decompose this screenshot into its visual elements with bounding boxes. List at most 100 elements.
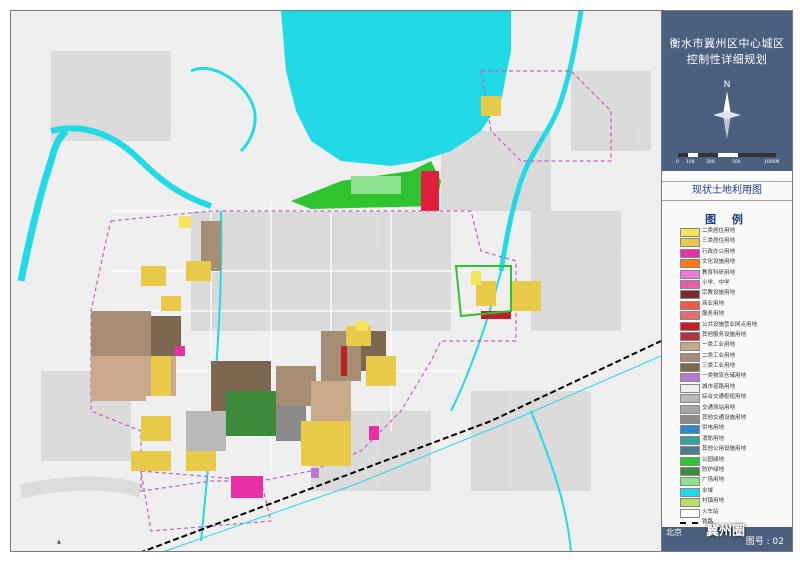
legend-item: 防护绿地	[680, 466, 790, 476]
legend-label: 供电用地	[702, 425, 725, 432]
svg-text:N: N	[724, 80, 731, 90]
legend-item: 综合交通枢纽用地	[680, 393, 790, 404]
legend-swatch	[680, 331, 700, 341]
legend-swatch	[680, 383, 700, 393]
legend-swatch	[680, 521, 698, 524]
title-block: 衡水市冀州区中心城区 控制性详细规划 N 0 100 300 500 1000M	[662, 11, 792, 171]
legend-item: 其他公用设施用地	[680, 445, 790, 456]
legend-label: 村镇用地	[702, 498, 725, 505]
legend-swatch	[680, 290, 700, 300]
credit-text: 北京	[666, 528, 682, 537]
legend-swatch	[680, 456, 700, 466]
map-subtitle: 现状土地利用图	[662, 181, 792, 201]
figure-number: 图号 : 02	[745, 537, 784, 547]
legend-item: 一类物流仓储用地	[680, 372, 790, 383]
title-line-1: 衡水市冀州区中心城区	[669, 37, 785, 50]
legend-label: 商业用地	[702, 300, 725, 307]
legend-label: 服务用地	[702, 311, 725, 318]
legend-swatch	[680, 394, 700, 404]
legend-item: 公共设施营业网点用地	[680, 321, 790, 331]
legend-item: 水域	[680, 487, 790, 497]
legend-item: 供电用地	[680, 424, 790, 435]
legend-label: 三类居住用地	[702, 238, 736, 245]
legend-item: 文化设施用地	[680, 258, 790, 269]
legend-label: 综合交通枢纽用地	[702, 394, 747, 401]
legend-swatch	[680, 321, 700, 331]
legend-item: 三类居住用地	[680, 237, 790, 248]
scale-tick-1000: 1000M	[764, 160, 780, 165]
legend-label: 防护绿地	[702, 466, 725, 473]
legend-item: 城市道路用地	[680, 383, 790, 393]
land-use-map[interactable]: ▲	[10, 10, 662, 552]
legend-swatch	[680, 352, 700, 362]
legend-label: 宗教设施用地	[702, 290, 736, 297]
legend-label: 公园绿地	[702, 456, 725, 463]
legend-swatch	[680, 300, 700, 310]
legend-swatch	[680, 446, 700, 456]
legend-swatch	[680, 373, 700, 383]
legend-swatch	[680, 259, 700, 269]
legend-label: 行政办公用地	[702, 248, 736, 255]
legend-swatch	[680, 248, 700, 258]
watermark-text: 冀州圈	[706, 524, 746, 539]
legend-swatch	[680, 466, 700, 476]
legend-item: 交通场站用地	[680, 404, 790, 414]
legend-label: 水域	[702, 487, 714, 494]
scale-tick-300: 300	[706, 160, 715, 165]
legend-item: 宗教设施用地	[680, 289, 790, 300]
north-arrow-icon: N	[713, 80, 741, 139]
legend-label: 其他交通设施用地	[702, 415, 747, 422]
scale-tick-0: 0	[676, 160, 679, 165]
legend-item: 小学、中学	[680, 279, 790, 289]
legend-label: 其他服务设施用地	[702, 331, 747, 338]
map-canvas	[11, 11, 661, 551]
legend-label: 消防用地	[702, 435, 725, 442]
legend-label: 文化设施用地	[702, 259, 736, 266]
legend-label: 二类工业用地	[702, 352, 736, 359]
legend-swatch	[680, 498, 700, 508]
legend-item: 消防用地	[680, 435, 790, 445]
legend-swatch	[680, 279, 700, 289]
legend-item: 三类工业用地	[680, 362, 790, 373]
legend-label: 火车站	[702, 508, 719, 515]
legend-label: 教育科研用地	[702, 269, 736, 276]
legend-label: 二类居住用地	[702, 228, 736, 234]
legend-item: 其他服务设施用地	[680, 331, 790, 341]
legend-item: 一类工业用地	[680, 341, 790, 352]
title-line-2: 控制性详细规划	[686, 53, 768, 66]
legend-item: 村镇用地	[680, 497, 790, 508]
legend-swatch	[680, 269, 700, 279]
legend-item: 其他交通设施用地	[680, 414, 790, 425]
legend-label: 广场用地	[702, 477, 725, 484]
scale-tick-500: 500	[732, 160, 741, 165]
legend-item: 商业用地	[680, 300, 790, 310]
scale-tick-100: 100	[686, 160, 695, 165]
legend-swatch	[680, 238, 700, 248]
legend-swatch	[680, 311, 700, 321]
legend-label: 一类物流仓储用地	[702, 373, 747, 380]
legend-item: 服务用地	[680, 310, 790, 321]
legend-swatch	[680, 508, 700, 518]
legend-label: 交通场站用地	[702, 404, 736, 411]
legend-swatch	[680, 415, 700, 425]
legend-title: 图 例	[705, 213, 749, 226]
legend-label: 城市道路用地	[702, 383, 736, 390]
legend-item: 教育科研用地	[680, 269, 790, 279]
legend-label: 三类工业用地	[702, 363, 736, 370]
map-label-corner: ▲	[57, 539, 61, 545]
legend-swatch	[680, 487, 700, 497]
legend-item: 公园绿地	[680, 456, 790, 466]
legend-item: 火车站	[680, 508, 790, 518]
legend-label: 小学、中学	[702, 279, 730, 286]
legend-item: 二类工业用地	[680, 352, 790, 362]
legend-label: 一类工业用地	[702, 342, 736, 349]
legend-label: 公共设施营业网点用地	[702, 321, 758, 328]
legend-swatch	[680, 363, 700, 373]
legend-label: 其他公用设施用地	[702, 446, 747, 453]
legend-item: 二类居住用地	[680, 227, 790, 237]
legend-item: 行政办公用地	[680, 248, 790, 258]
legend-list: 二类居住用地 三类居住用地 行政办公用地 文化设施用地 教育科研用地 小学、中学宗教设施用…	[680, 227, 790, 539]
legend-swatch	[680, 435, 700, 445]
map-sheet: ▲ 衡水市冀州区中心城区 控制性详细规划 N 0 100 300 500 100…	[0, 0, 800, 565]
legend-swatch	[680, 228, 700, 237]
